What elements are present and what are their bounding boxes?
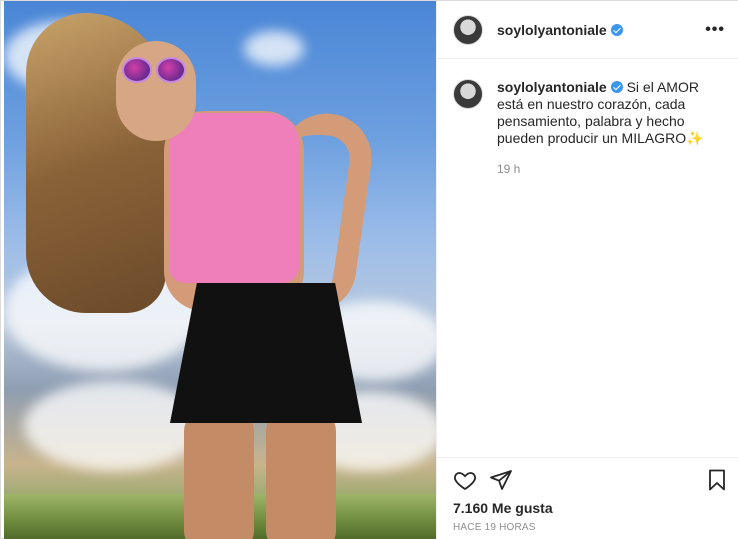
likes-count[interactable]: 7.160 Me gusta <box>453 500 553 516</box>
caption-body: soylolyantoniale Si el AMOR está en nues… <box>497 79 725 178</box>
pink-top <box>169 113 299 283</box>
caption-time[interactable]: 19 h <box>497 161 725 178</box>
black-skirt <box>170 283 362 423</box>
leg <box>184 411 254 539</box>
post-actions-section: 7.160 Me gusta HACE 19 HORAS <box>437 457 738 539</box>
header-username[interactable]: soylolyantoniale <box>497 22 623 38</box>
post-photo[interactable] <box>4 1 436 539</box>
post-header: soylolyantoniale ••• <box>437 1 738 59</box>
leg <box>266 411 336 539</box>
verified-badge-icon <box>610 81 623 93</box>
more-options-icon[interactable]: ••• <box>705 21 725 39</box>
sunglasses <box>122 57 192 87</box>
cloud <box>244 31 304 66</box>
paper-plane-icon[interactable] <box>489 468 513 492</box>
bookmark-icon[interactable] <box>705 468 729 492</box>
face <box>116 41 196 141</box>
verified-badge-icon <box>610 23 623 36</box>
caption-comment: soylolyantoniale Si el AMOR está en nues… <box>453 79 725 178</box>
action-bar <box>453 468 725 494</box>
avatar[interactable] <box>453 79 483 109</box>
caption-username[interactable]: soylolyantoniale <box>497 79 623 95</box>
post-timestamp[interactable]: HACE 19 HORAS <box>453 522 536 533</box>
post-side-panel: soylolyantoniale ••• soylolyantoniale Si… <box>436 1 738 539</box>
avatar[interactable] <box>453 14 483 45</box>
heart-icon[interactable] <box>453 468 477 492</box>
instagram-post: soylolyantoniale ••• soylolyantoniale Si… <box>0 0 738 539</box>
